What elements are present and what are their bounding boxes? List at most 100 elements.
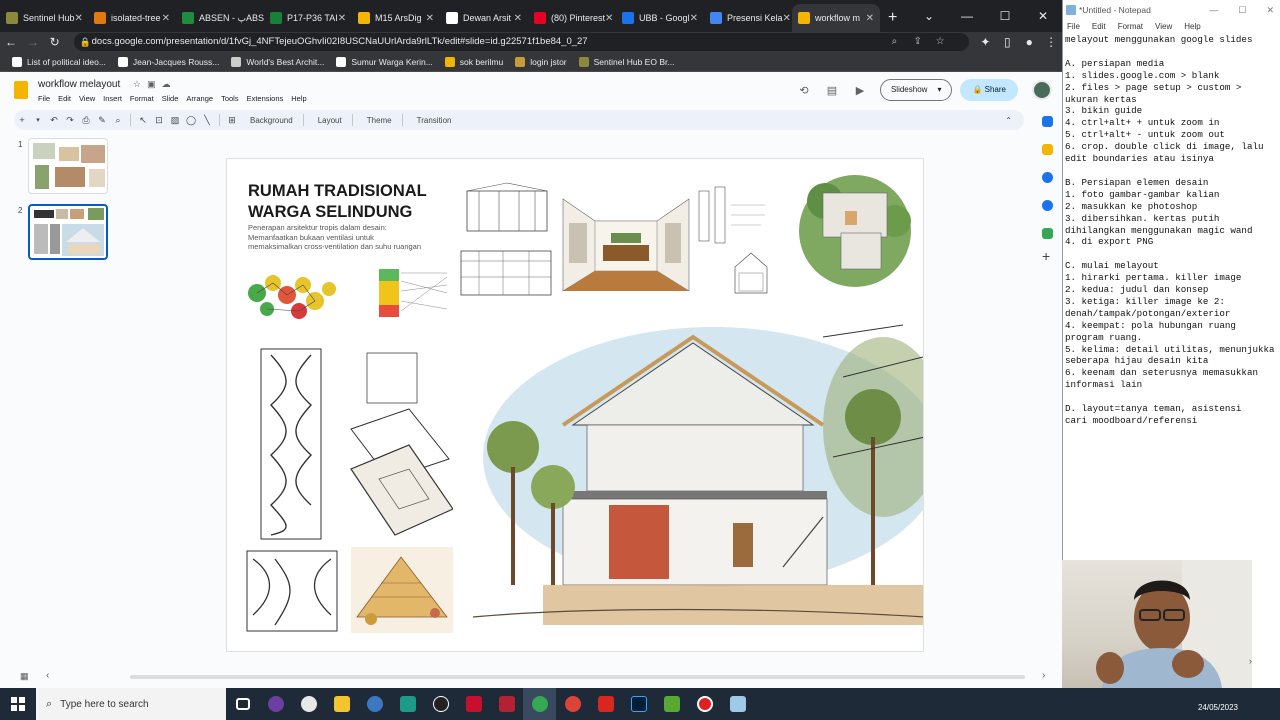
chevron-up-icon[interactable]: ⌃ — [1005, 116, 1012, 125]
move-icon[interactable]: ▣ — [147, 79, 156, 90]
minimize-button[interactable]: — — [1209, 0, 1218, 20]
close-tab-icon[interactable]: ✕ — [866, 13, 874, 24]
horizontal-scrollbar[interactable] — [130, 675, 1025, 679]
browser-tab[interactable]: P17-P36 TAI ✕ — [264, 4, 352, 32]
undo-icon[interactable]: ↶ — [46, 115, 62, 126]
taskbar-search[interactable]: ⌕ Type here to search — [36, 688, 226, 720]
forward-button[interactable]: → — [22, 35, 44, 49]
chevron-down-icon[interactable]: ▾ — [937, 80, 941, 100]
chrome-icon-2[interactable] — [556, 688, 589, 720]
app-icon-4[interactable] — [391, 688, 424, 720]
textbox-icon[interactable]: ⊡ — [151, 115, 167, 126]
zoom-icon[interactable]: ⌕ — [110, 115, 126, 126]
theme-button[interactable]: Theme — [367, 116, 392, 125]
new-slide-icon[interactable]: + — [14, 115, 30, 125]
new-tab-button[interactable]: + — [888, 4, 897, 32]
close-window-button[interactable]: ✕ — [1024, 0, 1062, 32]
menu-item-edit[interactable]: Edit — [58, 94, 71, 103]
section-drawing-image[interactable] — [459, 181, 555, 301]
notepad-menu-edit[interactable]: Edit — [1092, 20, 1106, 34]
bookmark-item[interactable]: Sentinel Hub EO Br... — [578, 56, 674, 67]
main-section-render-image[interactable] — [463, 317, 924, 652]
browser-tab[interactable]: M15 ArsDig ✕ — [352, 4, 440, 32]
browser-tab[interactable]: UBB - Googl ✕ — [616, 4, 704, 32]
maps-icon[interactable] — [1042, 228, 1053, 239]
grid-view-icon[interactable]: ▦ — [20, 671, 29, 682]
tasks-icon[interactable] — [1042, 172, 1053, 183]
browser-tab[interactable]: Presensi Kela ✕ — [704, 4, 792, 32]
zoom-icon[interactable]: ⌕ — [892, 33, 898, 51]
roof-detail-image[interactable] — [351, 547, 453, 633]
site-plan-image[interactable] — [795, 171, 917, 291]
close-tab-icon[interactable]: ✕ — [162, 13, 170, 24]
notepad-text-area[interactable]: melayout menggunakan google slides A. pe… — [1065, 34, 1279, 427]
menu-item-file[interactable]: File — [38, 94, 50, 103]
redo-icon[interactable]: ↷ — [62, 115, 78, 126]
menu-item-insert[interactable]: Insert — [103, 94, 122, 103]
chrome-icon[interactable] — [523, 688, 556, 720]
bookmark-item[interactable]: World's Best Archit... — [231, 56, 324, 67]
task-view-icon[interactable] — [226, 688, 259, 720]
notepad-menu-format[interactable]: Format — [1118, 20, 1143, 34]
notepad-menu-file[interactable]: File — [1067, 20, 1080, 34]
detail-drawing-image[interactable] — [695, 183, 771, 305]
close-tab-icon[interactable]: ✕ — [514, 13, 522, 24]
comment-icon[interactable]: ▤ — [818, 84, 846, 97]
menu-item-view[interactable]: View — [79, 94, 95, 103]
add-addon-icon[interactable]: + — [1042, 248, 1050, 264]
shape-icon[interactable]: ◯ — [183, 115, 199, 126]
program-chart-image[interactable] — [377, 265, 453, 321]
browser-tab[interactable]: ABSEN - پABSEN✕ — [176, 4, 264, 32]
record-icon[interactable] — [688, 688, 721, 720]
menu-item-format[interactable]: Format — [130, 94, 154, 103]
app-icon-1[interactable] — [259, 688, 292, 720]
app-icon-7[interactable] — [721, 688, 754, 720]
chevron-right-icon[interactable]: › — [1042, 670, 1045, 681]
extensions-icon[interactable]: ✦ — [975, 35, 997, 49]
browser-tab[interactable]: (80) Pinterest ✕ — [528, 4, 616, 32]
keep-icon[interactable] — [1042, 144, 1053, 155]
address-bar[interactable]: 🔒 docs.google.com/presentation/d/1fvGj_4… — [73, 33, 969, 51]
slideshow-button[interactable]: Slideshow ▾ — [879, 79, 953, 101]
menu-item-help[interactable]: Help — [291, 94, 306, 103]
cloud-icon[interactable]: ☁ — [162, 79, 171, 90]
menu-icon[interactable]: ⋮ — [1040, 35, 1062, 49]
maximize-button[interactable]: ☐ — [986, 0, 1024, 32]
app-icon-3[interactable] — [358, 688, 391, 720]
bookmark-item[interactable]: login jstor — [515, 56, 567, 67]
back-button[interactable]: ← — [0, 35, 22, 49]
close-tab-icon[interactable]: ✕ — [338, 13, 346, 24]
sidebar-icon[interactable]: ▯ — [996, 35, 1018, 49]
slide-subtitle[interactable]: Penerapan arsitektur tropis dalam desain… — [248, 223, 458, 252]
minimize-button[interactable]: — — [948, 0, 986, 32]
close-button[interactable]: ✕ — [1266, 0, 1274, 20]
start-button[interactable] — [0, 688, 36, 720]
app-icon-2[interactable] — [292, 688, 325, 720]
bookmark-item[interactable]: Sumur Warga Kerin... — [336, 56, 433, 67]
slides-logo[interactable] — [14, 81, 28, 99]
photoshop-icon[interactable] — [622, 688, 655, 720]
browser-tab[interactable]: Sentinel Hub ✕ — [0, 4, 88, 32]
account-avatar[interactable] — [1032, 80, 1052, 100]
menu-item-tools[interactable]: Tools — [221, 94, 239, 103]
image-icon[interactable]: ▨ — [167, 115, 183, 126]
bookmark-item[interactable]: List of political ideo... — [12, 56, 106, 67]
ornament-drawing-image[interactable] — [245, 345, 339, 635]
chevron-down-icon[interactable]: ⌄ — [910, 0, 948, 32]
background-button[interactable]: Background — [250, 116, 293, 125]
close-tab-icon[interactable]: ✕ — [605, 13, 613, 24]
app-icon-6[interactable] — [655, 688, 688, 720]
bookmark-item[interactable]: sok berilmu — [444, 56, 503, 67]
history-icon[interactable]: ⟲ — [790, 84, 818, 97]
close-tab-icon[interactable]: ✕ — [75, 13, 83, 24]
reload-button[interactable]: ↻ — [44, 35, 66, 49]
chevron-right-icon[interactable]: › — [1249, 656, 1252, 666]
slide-thumbnail-1[interactable] — [28, 138, 108, 194]
star-icon[interactable]: ☆ — [133, 79, 141, 90]
browser-tab[interactable]: Dewan Arsit ✕ — [440, 4, 528, 32]
select-icon[interactable]: ↖ — [135, 115, 151, 126]
browser-tab[interactable]: isolated-tree ✕ — [88, 4, 176, 32]
interior-perspective-image[interactable] — [559, 193, 693, 297]
notepad-menu-help[interactable]: Help — [1184, 20, 1200, 34]
bookmark-item[interactable]: Jean-Jacques Rouss... — [117, 56, 219, 67]
